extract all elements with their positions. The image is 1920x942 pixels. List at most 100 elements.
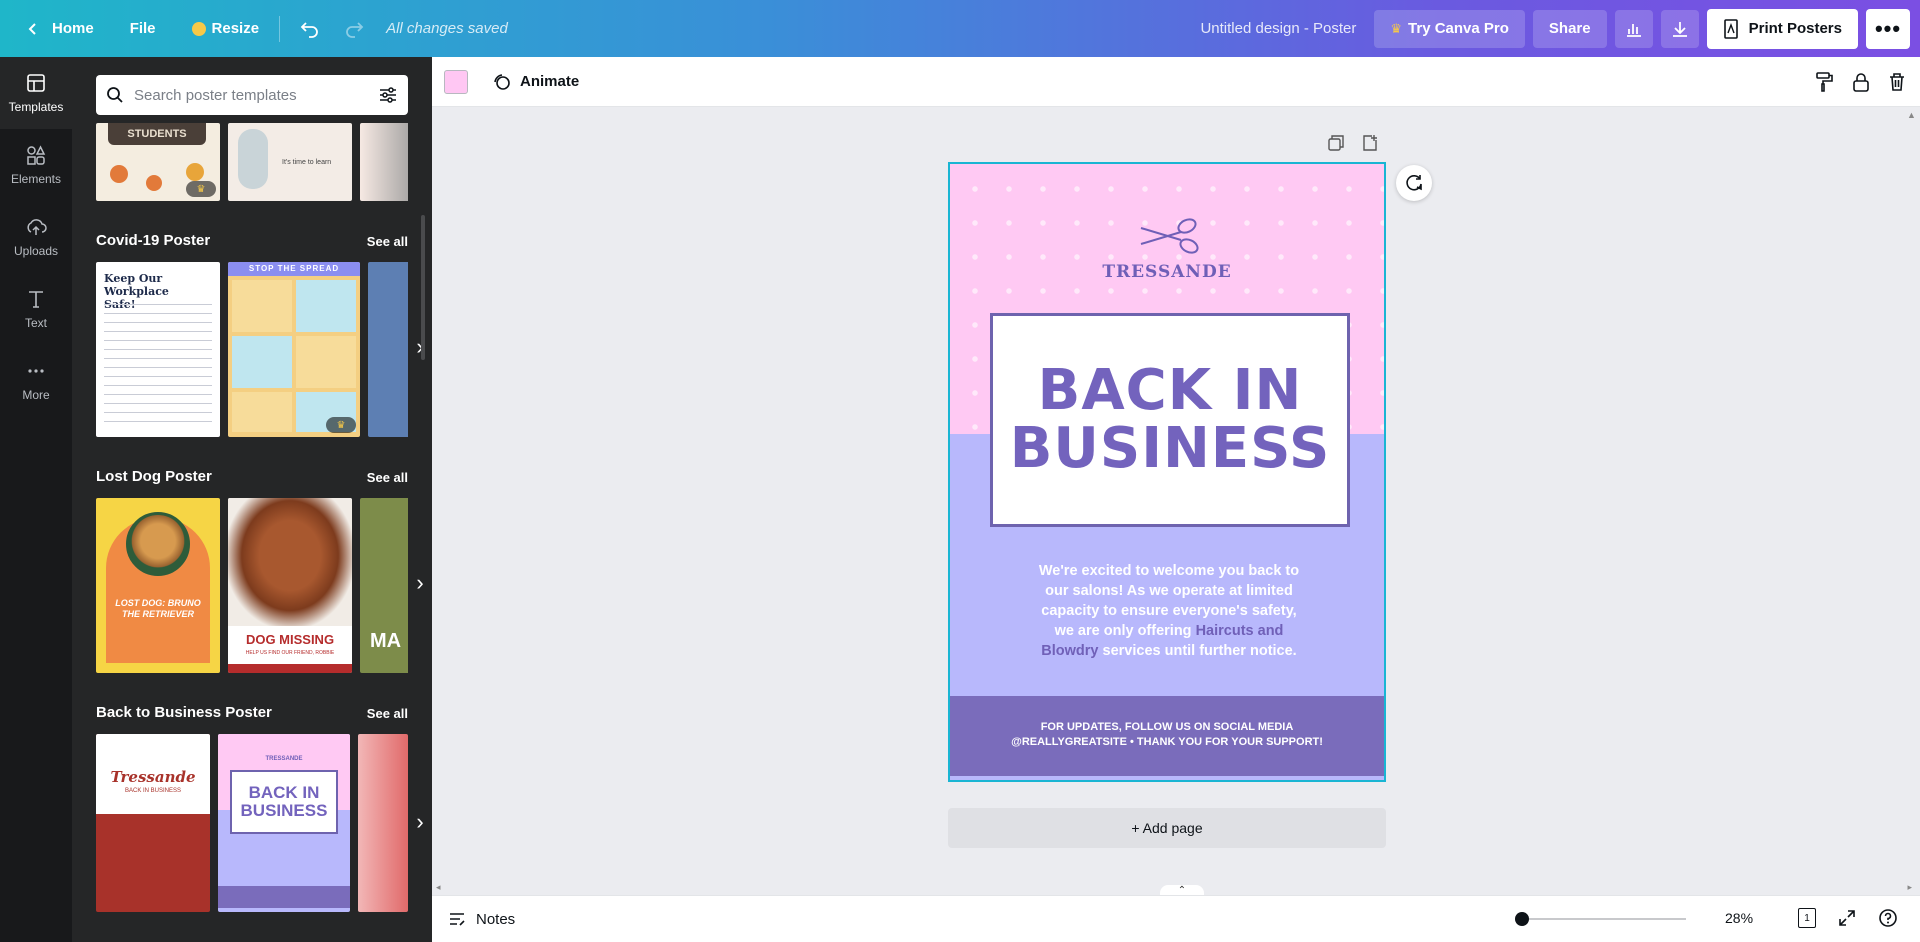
panel-scrollbar[interactable]	[421, 215, 425, 360]
zoom-value[interactable]: 28%	[1725, 910, 1753, 926]
elements-icon	[27, 145, 46, 165]
template-thumb[interactable]: It's time to learn	[228, 123, 352, 201]
save-status: All changes saved	[386, 20, 508, 37]
template-thumb[interactable]	[368, 262, 408, 437]
scroll-right-arrow[interactable]: ▸	[1907, 882, 1912, 893]
lock-icon[interactable]	[1852, 72, 1870, 92]
row-next-arrow[interactable]: ›	[408, 327, 432, 367]
more-icon	[28, 369, 44, 373]
search-box[interactable]	[96, 75, 408, 115]
poster-brand[interactable]: TRESSANDE	[950, 262, 1384, 282]
grid-tile	[232, 336, 292, 388]
template-thumb[interactable]: STOP THE SPREAD ♛	[228, 262, 360, 437]
zoom-slider-track[interactable]	[1521, 918, 1686, 920]
filter-icon[interactable]	[378, 86, 398, 104]
thumb-band	[218, 886, 350, 908]
templates-panel: STUDENTS ♛ It's time to learn Covid-19 P…	[72, 57, 432, 942]
template-thumb[interactable]: Keep Our Workplace Safe!	[96, 262, 220, 437]
pro-badge: ♛	[326, 417, 356, 433]
add-page-icon[interactable]	[1361, 134, 1379, 152]
template-thumb[interactable]: TRESSANDE BACK IN BUSINESS	[218, 734, 350, 912]
poster-body-text[interactable]: We're excited to welcome you back to our…	[1012, 561, 1326, 661]
search-input[interactable]	[134, 86, 378, 104]
duplicate-page-icon[interactable]	[1327, 134, 1345, 152]
rail-label: Templates	[8, 100, 64, 114]
body-line: We're excited to welcome you back to	[1038, 563, 1300, 579]
share-button[interactable]: Share	[1532, 9, 1607, 48]
template-thumb[interactable]: STUDENTS ♛	[96, 123, 220, 201]
scroll-left-arrow[interactable]: ◂	[436, 882, 441, 893]
rotate-button[interactable]	[1396, 165, 1432, 201]
notes-button[interactable]: Notes	[448, 911, 515, 928]
scroll-up-arrow[interactable]: ▲	[1907, 110, 1916, 120]
template-thumb[interactable]: DOG MISSING HELP US FIND OUR FRIEND, ROB…	[228, 498, 352, 673]
divider	[279, 15, 281, 42]
page-actions	[1327, 134, 1379, 152]
rail-item-uploads[interactable]: Uploads	[0, 201, 72, 273]
section-title: Lost Dog Poster	[96, 468, 212, 485]
poster-headline[interactable]: BACK IN BUSINESS	[1010, 362, 1331, 478]
scissors-icon[interactable]	[1139, 216, 1203, 256]
flower-deco	[146, 175, 162, 191]
home-button[interactable]: Home	[14, 11, 106, 47]
notes-icon	[450, 913, 465, 926]
templates-icon	[27, 74, 45, 92]
side-rail: Templates Elements Uploads Text More	[0, 57, 72, 942]
body-highlight: Blowdry	[1041, 643, 1099, 659]
rail-item-templates[interactable]: Templates	[0, 57, 72, 129]
rail-item-more[interactable]: More	[0, 345, 72, 417]
background-color-swatch[interactable]	[444, 69, 468, 94]
top-bar: Home File Resize All changes saved Untit…	[0, 0, 1920, 57]
animate-button[interactable]: Animate	[492, 72, 579, 92]
template-thumb[interactable]	[358, 734, 408, 912]
paint-roller-icon[interactable]	[1814, 71, 1834, 93]
more-options-button[interactable]: •••	[1866, 8, 1910, 49]
template-thumb[interactable]: MA	[360, 498, 408, 673]
thumb-title: BACK IN BUSINESS	[230, 770, 338, 834]
bottom-icons: 1	[1798, 908, 1898, 928]
template-thumb[interactable]: Tressande BACK IN BUSINESS	[96, 734, 210, 912]
section-title: Covid-19 Poster	[96, 232, 211, 249]
see-all-link[interactable]: See all	[367, 706, 408, 721]
fullscreen-icon[interactable]	[1838, 909, 1856, 927]
download-icon	[1672, 21, 1687, 37]
help-icon[interactable]	[1878, 908, 1898, 928]
add-page-button[interactable]: + Add page	[948, 808, 1386, 848]
see-all-link[interactable]: See all	[367, 234, 408, 249]
redo-button[interactable]	[332, 11, 376, 47]
poster-page[interactable]: TRESSANDE BACK IN BUSINESS We're excited…	[948, 162, 1386, 782]
footer-line: FOR UPDATES, FOLLOW US ON SOCIAL MEDIA	[1040, 721, 1294, 733]
poster-footer-text[interactable]: FOR UPDATES, FOLLOW US ON SOCIAL MEDIA @…	[950, 720, 1384, 750]
trash-icon[interactable]	[1888, 72, 1906, 92]
resize-button[interactable]: Resize	[180, 11, 272, 47]
file-button[interactable]: File	[118, 11, 168, 47]
editor-toolbar: Animate	[432, 57, 1920, 107]
thumb-title: Tressande	[110, 768, 196, 786]
rail-item-text[interactable]: Text	[0, 273, 72, 345]
row-next-arrow[interactable]: ›	[408, 802, 432, 842]
print-icon	[1723, 18, 1738, 39]
rail-label: Elements	[10, 172, 62, 186]
animate-icon	[494, 73, 510, 90]
chevron-left-icon	[28, 22, 36, 35]
row-next-arrow[interactable]: ›	[408, 563, 432, 603]
flower-deco	[186, 163, 204, 181]
poster-bottom-strip	[950, 776, 1384, 780]
rail-item-elements[interactable]: Elements	[0, 129, 72, 201]
template-thumb[interactable]	[360, 123, 408, 201]
refresh-comment-icon	[1406, 175, 1422, 191]
page-grid-button[interactable]: 1	[1798, 908, 1816, 928]
template-row-covid: Keep Our Workplace Safe! STOP THE SPREAD…	[96, 262, 408, 437]
template-thumb[interactable]: LOST DOG: BRUNO THE RETRIEVER	[96, 498, 220, 673]
search-icon	[107, 87, 123, 103]
headline-box[interactable]: BACK IN BUSINESS	[990, 313, 1350, 527]
see-all-link[interactable]: See all	[367, 470, 408, 485]
try-canva-pro-button[interactable]: ♛ Try Canva Pro	[1374, 9, 1525, 48]
insights-button[interactable]	[1614, 9, 1653, 48]
download-button[interactable]	[1660, 9, 1699, 48]
print-posters-button[interactable]: Print Posters	[1706, 8, 1858, 49]
design-title[interactable]: Untitled design - Poster	[1200, 20, 1356, 37]
zoom-slider-thumb[interactable]	[1515, 912, 1529, 926]
undo-button[interactable]	[288, 11, 332, 47]
template-row-business: Tressande BACK IN BUSINESS TRESSANDE BAC…	[96, 734, 408, 912]
